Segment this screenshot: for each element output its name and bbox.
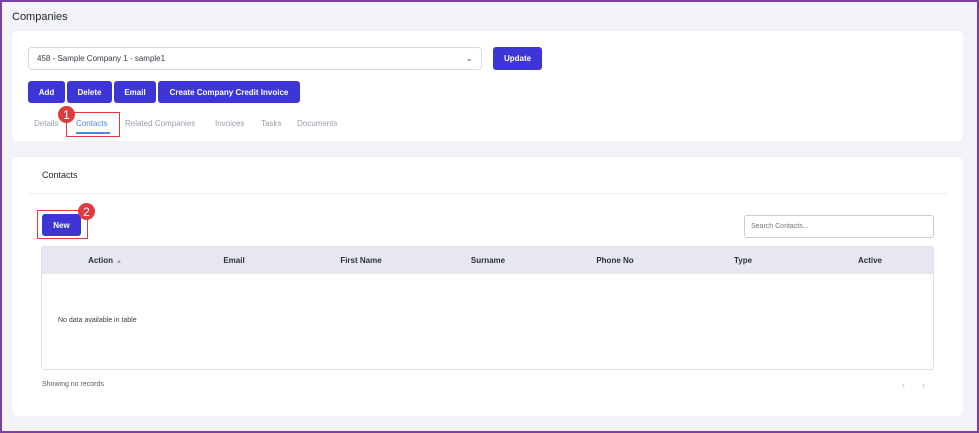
callout-badge-2: 2 <box>78 203 95 220</box>
column-header-email[interactable]: Email <box>223 256 244 265</box>
tab-related-companies[interactable]: Related Companies <box>125 119 195 128</box>
chevron-down-icon: ⌄ <box>465 53 473 63</box>
tab-documents[interactable]: Documents <box>297 119 337 128</box>
column-header-active[interactable]: Active <box>858 256 882 265</box>
email-button[interactable]: Email <box>114 81 156 103</box>
company-select-value: 458 - Sample Company 1 - sample1 <box>37 54 166 63</box>
add-button[interactable]: Add <box>28 81 65 103</box>
column-header-type[interactable]: Type <box>734 256 752 265</box>
company-select[interactable]: 458 - Sample Company 1 - sample1 ⌄ <box>28 47 482 70</box>
delete-button[interactable]: Delete <box>67 81 112 103</box>
callout-badge-1: 1 <box>58 106 75 123</box>
pager-next-icon[interactable]: › <box>922 380 925 390</box>
empty-table-message: No data available in table <box>58 317 137 324</box>
column-header-action-label: Action <box>88 256 113 265</box>
contacts-section-title: Contacts <box>42 170 78 180</box>
search-contacts-input[interactable] <box>744 215 934 238</box>
page-title: Companies <box>12 11 68 23</box>
update-button[interactable]: Update <box>493 47 542 70</box>
table-header: Action ▲ Email First Name Surname Phone N… <box>42 247 933 274</box>
section-divider <box>28 193 948 194</box>
tab-tasks[interactable]: Tasks <box>261 119 281 128</box>
sort-icon: ▲ <box>115 259 122 265</box>
create-credit-invoice-button[interactable]: Create Company Credit Invoice <box>158 81 300 103</box>
tab-details[interactable]: Details <box>34 119 58 128</box>
contacts-table: Action ▲ Email First Name Surname Phone N… <box>41 246 934 370</box>
column-header-phone-no[interactable]: Phone No <box>596 256 633 265</box>
tab-invoices[interactable]: Invoices <box>215 119 244 128</box>
column-header-action[interactable]: Action ▲ <box>88 256 122 265</box>
column-header-first-name[interactable]: First Name <box>340 256 381 265</box>
pager-prev-icon[interactable]: ‹ <box>902 380 905 390</box>
records-info: Showing no records <box>42 381 104 388</box>
column-header-surname[interactable]: Surname <box>471 256 505 265</box>
